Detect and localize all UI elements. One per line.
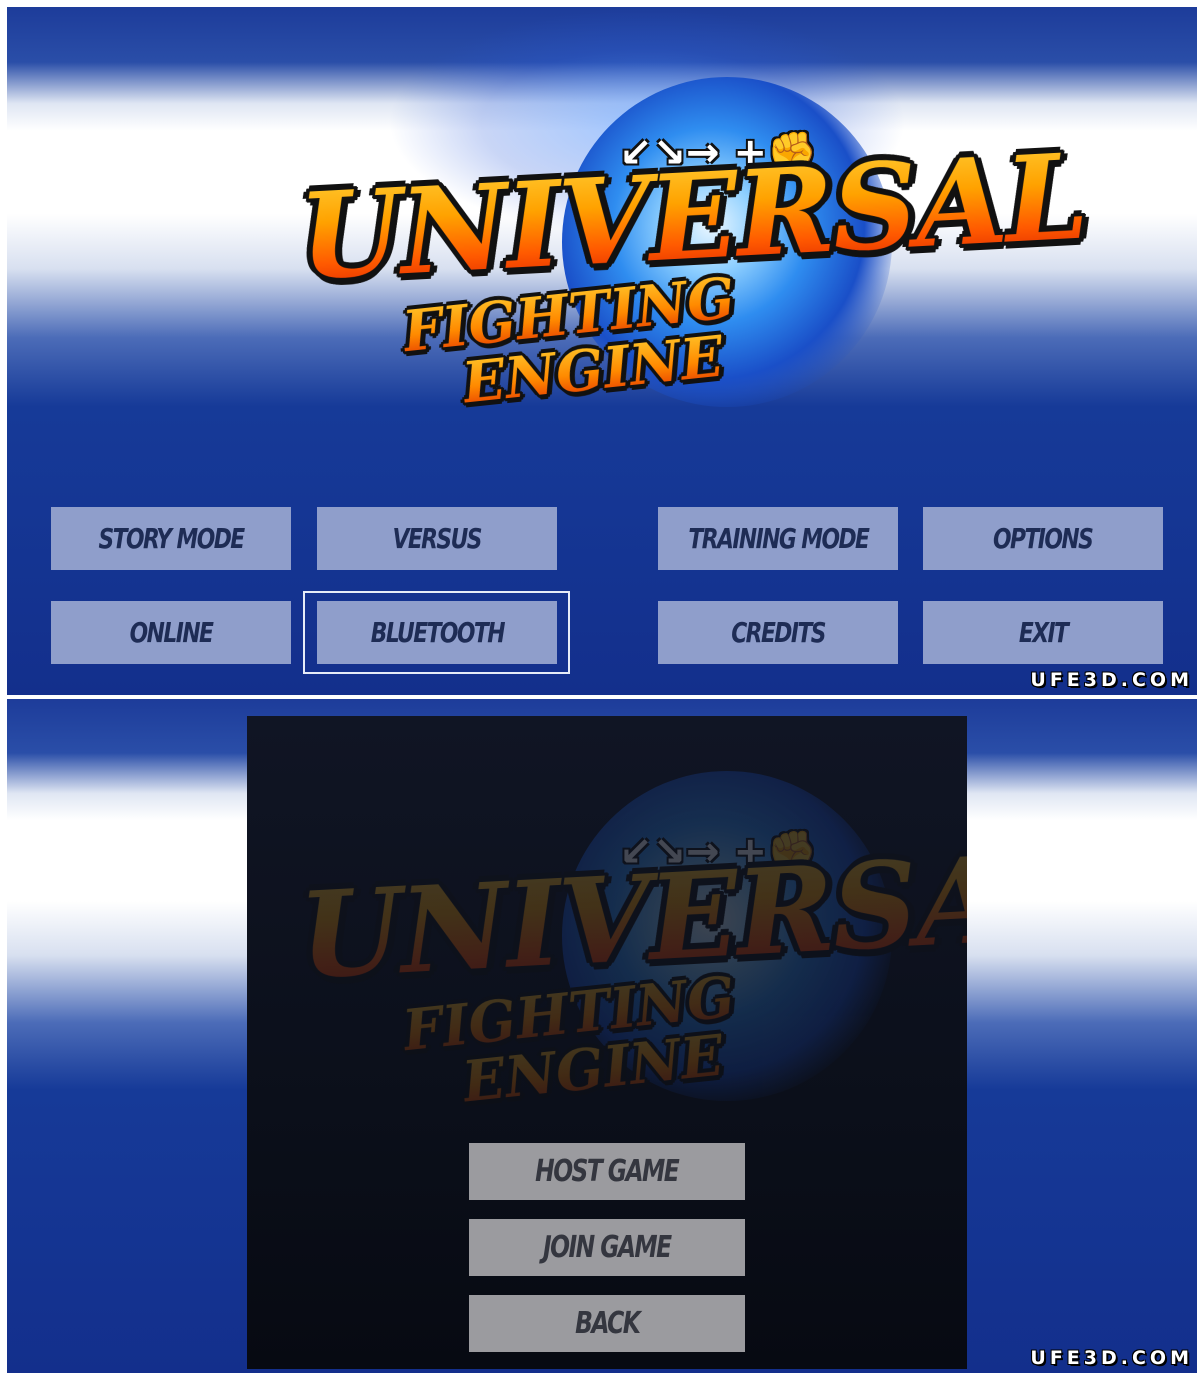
host-game-label: HOST GAME: [535, 1154, 680, 1189]
credits-label: CREDITS: [731, 616, 826, 649]
training-mode-label: TRAINING MODE: [687, 522, 870, 555]
training-mode-button[interactable]: TRAINING MODE: [658, 507, 898, 570]
back-label: BACK: [574, 1306, 641, 1341]
host-game-button[interactable]: HOST GAME: [469, 1143, 745, 1200]
dialog-title-text: BLUETOOTH MULTIPLAYER: [396, 746, 818, 790]
main-menu-screen: ↙↘→ +✊ UNIVERSAL FIGHTING ENGINE STORY M…: [7, 7, 1197, 696]
versus-button[interactable]: VERSUS: [317, 507, 557, 570]
story-mode-button[interactable]: STORY MODE: [51, 507, 291, 570]
bluetooth-dialog: ↙↘→ +✊ UNIVERSAL FIGHTING ENGINE BLUETOO…: [247, 716, 967, 1369]
join-game-label: JOIN GAME: [543, 1230, 672, 1265]
dialog-title: BLUETOOTH MULTIPLAYER: [247, 746, 967, 790]
watermark-bottom: UFE3D.COM: [1030, 1347, 1193, 1369]
bluetooth-button[interactable]: BLUETOOTH: [317, 601, 557, 664]
online-button[interactable]: ONLINE: [51, 601, 291, 664]
exit-label: EXIT: [1018, 616, 1069, 649]
game-logo: ↙↘→ +✊ UNIVERSAL FIGHTING ENGINE: [7, 7, 1197, 427]
join-game-button[interactable]: JOIN GAME: [469, 1219, 745, 1276]
credits-button[interactable]: CREDITS: [658, 601, 898, 664]
story-mode-label: STORY MODE: [98, 522, 245, 555]
online-label: ONLINE: [129, 616, 214, 649]
options-label: OPTIONS: [993, 522, 1094, 555]
watermark-top: UFE3D.COM: [1030, 669, 1193, 691]
bluetooth-screen: ↙↘→ +✊ UNIVERSAL FIGHTING ENGINE BLUETOO…: [7, 699, 1197, 1373]
bluetooth-label: BLUETOOTH: [370, 616, 505, 649]
versus-label: VERSUS: [392, 522, 483, 555]
options-button[interactable]: OPTIONS: [923, 507, 1163, 570]
exit-button[interactable]: EXIT: [923, 601, 1163, 664]
back-button[interactable]: BACK: [469, 1295, 745, 1352]
